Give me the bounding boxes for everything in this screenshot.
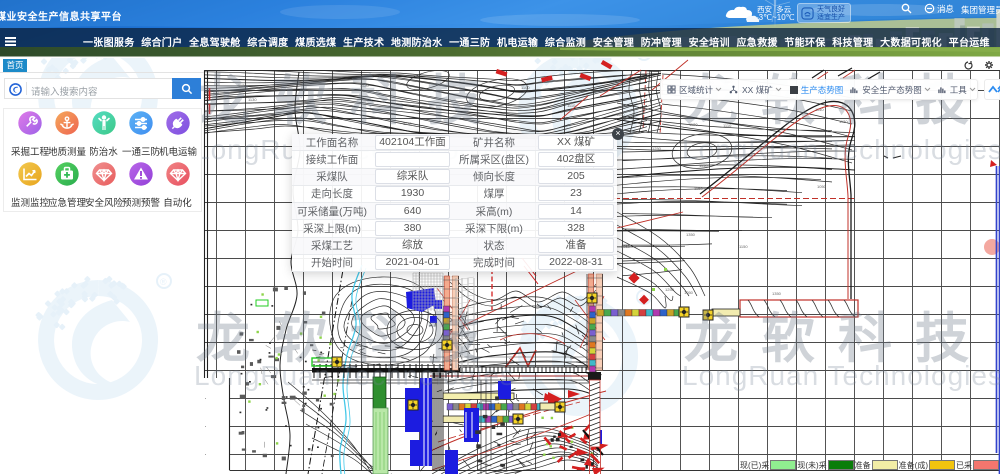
svg-text:1350: 1350	[772, 291, 782, 296]
svg-text:1150: 1150	[739, 244, 748, 249]
svg-text:1120: 1120	[360, 83, 369, 88]
svg-text:1050: 1050	[621, 244, 631, 249]
svg-text:1150: 1150	[699, 163, 708, 168]
svg-text:1110: 1110	[723, 123, 732, 128]
svg-text:1050: 1050	[684, 290, 694, 295]
svg-text:1100: 1100	[613, 78, 622, 83]
svg-text:1150: 1150	[694, 186, 703, 191]
svg-text:1120: 1120	[689, 122, 698, 127]
svg-text:1110: 1110	[231, 119, 240, 124]
svg-text:1120: 1120	[238, 83, 247, 88]
svg-text:1110: 1110	[567, 103, 576, 108]
svg-text:1250: 1250	[665, 287, 675, 292]
svg-text:1140: 1140	[815, 107, 824, 112]
svg-text:1130: 1130	[403, 121, 412, 126]
svg-text:1130: 1130	[248, 97, 257, 102]
svg-text:1130: 1130	[839, 119, 848, 124]
svg-text:1100: 1100	[521, 85, 530, 90]
svg-text:1100: 1100	[616, 112, 625, 117]
svg-text:1250: 1250	[652, 146, 662, 151]
svg-text:1050: 1050	[817, 184, 827, 189]
svg-text:1350: 1350	[686, 232, 696, 237]
